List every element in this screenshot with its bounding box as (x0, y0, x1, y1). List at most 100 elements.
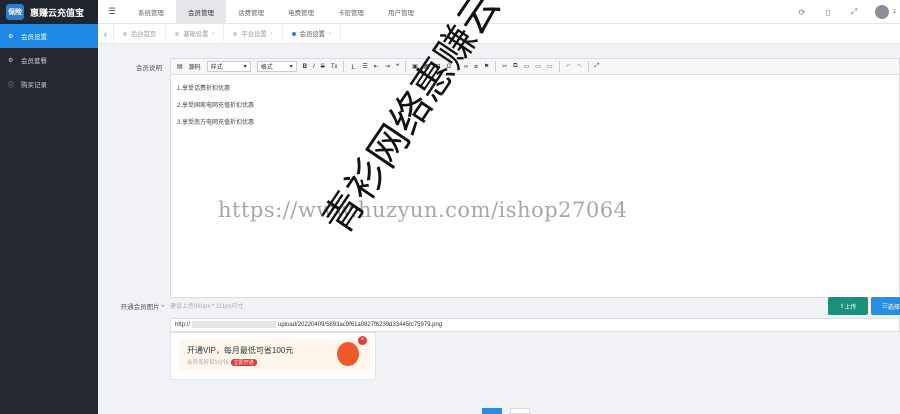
topnav-item-phone-bill[interactable]: 话费管理 (226, 0, 276, 24)
chevron-down-icon: ▾ (243, 64, 247, 70)
description-line: 2.享受国家电网充值折扣优惠 (177, 103, 255, 109)
tab-label: 基础设置 (183, 31, 209, 38)
info-icon: ⓘ (8, 82, 15, 89)
vip-banner-preview: 开通VIP，每月最低可省100元 会员低折扣1分钱 立即开通 × (179, 336, 371, 371)
vip-title: 开通VIP，每月最低可省100元 (187, 346, 294, 355)
vip-sub-text: 会员低折扣1分钱 (187, 360, 229, 366)
top-right-tools: ⟳ ▯ ⤢ z (789, 0, 900, 24)
format-select[interactable]: 格式 ▾ (256, 61, 297, 72)
pager-next[interactable] (510, 408, 530, 414)
required-mark: * (159, 304, 164, 311)
pager-active[interactable] (482, 408, 502, 414)
avatar[interactable] (875, 5, 889, 19)
vip-tag: 立即开通 (230, 359, 257, 366)
format-select-value: 格式 (260, 65, 273, 71)
sidebar-item-label: 会员套餐 (21, 58, 47, 65)
tab-label: 平台设置 (241, 31, 267, 38)
redo-icon[interactable]: ↷ (577, 63, 582, 70)
sidebar-item-member-packages[interactable]: ⚙ 会员套餐 (0, 48, 98, 72)
maximize-icon[interactable]: ⤢ (595, 63, 600, 70)
tab-back-icon[interactable]: ‹ (98, 23, 114, 44)
clear-format-icon[interactable]: Tx (331, 64, 338, 70)
editor-body[interactable]: 1.享受话费折扣优惠 2.享受国家电网充值折扣优惠 3.享受南方电网充值折扣优惠 (171, 75, 899, 142)
topnav-item-member[interactable]: 会员管理 (176, 0, 226, 24)
indent-icon[interactable]: ⇥ (385, 63, 390, 70)
image-label: 开通会员图片 * (98, 301, 164, 311)
close-icon: × (358, 336, 367, 345)
sidebar-item-label: 购买记录 (21, 82, 47, 89)
toolbar-divider (587, 61, 589, 72)
choose-button[interactable]: ☷ 选择 (871, 297, 900, 315)
image-label-text: 开通会员图片 (120, 304, 160, 311)
chevron-down-icon: ▾ (289, 64, 293, 70)
blockquote-icon[interactable]: ❝ (396, 63, 399, 70)
source-button[interactable]: 源码 (189, 62, 201, 71)
top-nav: 系统管理 会员管理 话费管理 电费管理 卡密管理 用户管理 (126, 0, 426, 24)
vip-subtitle: 会员低折扣1分钱 立即开通 (187, 358, 257, 366)
paste-word-icon[interactable]: ▭ (547, 63, 553, 70)
style-select[interactable]: 样式 ▾ (206, 61, 251, 72)
bullet-list-icon[interactable]: ☰ (362, 63, 367, 70)
brand: 保险 惠赚云充值宝 (0, 0, 98, 24)
refresh-icon[interactable]: ⟳ (789, 8, 815, 17)
topnav-item-user[interactable]: 用户管理 (376, 0, 426, 24)
topnav-item-card[interactable]: 卡密管理 (326, 0, 376, 24)
rich-text-editor[interactable]: ▤ 源码 样式 ▾ 格式 ▾ B I S Tx ⒈ ☰ ⇤ ⇥ ❝ ▣ ▦ ⊟ Ω … (170, 58, 900, 298)
anchor-icon[interactable]: ⚑ (484, 63, 489, 70)
watermark-url: https://www.huzyun.com/ishop27064 (218, 198, 628, 222)
choose-label: 选择 (887, 304, 900, 311)
gift-icon (337, 342, 359, 366)
main-content: 会员说明 ▤ 源码 样式 ▾ 格式 ▾ B I S Tx ⒈ ☰ ⇤ ⇥ ❝ ▣ ▦… (98, 44, 900, 414)
gear-icon: ⚙ (8, 57, 14, 64)
upload-button[interactable]: ⇧ 上传 (828, 297, 868, 315)
brand-title: 惠赚云充值宝 (30, 7, 85, 18)
image-field-row: 开通会员图片 * 建议上传960px * 111px尺寸 ⇧ 上传 ☷ 选择 (98, 297, 900, 315)
sidebar-item-member-settings[interactable]: ⚙ 会员设置 (0, 24, 98, 48)
paste-text-icon[interactable]: ▭ (535, 63, 541, 70)
tab-member-settings[interactable]: 会员设置 ‹ (283, 23, 342, 44)
outdent-icon[interactable]: ⇤ (374, 63, 379, 70)
numbered-list-icon[interactable]: ⒈ (350, 62, 356, 71)
close-icon[interactable]: ‹ (271, 30, 273, 37)
editor-toolbar: ▤ 源码 样式 ▾ 格式 ▾ B I S Tx ⒈ ☰ ⇤ ⇥ ❝ ▣ ▦ ⊟ Ω … (171, 59, 899, 75)
close-icon[interactable]: ‹ (329, 30, 331, 37)
paste-icon[interactable]: ▭ (524, 63, 530, 70)
toolbar-divider (495, 61, 497, 72)
topnav-item-system[interactable]: 系统管理 (126, 0, 176, 24)
sidebar: 保险 惠赚云充值宝 ⚙ 会员设置 ⚙ 会员套餐 ⓘ 购买记录 (0, 0, 98, 414)
tab-label: 会员设置 (299, 31, 325, 38)
fullscreen-icon[interactable]: ⤢ (841, 7, 867, 17)
menu-toggle-icon[interactable]: ☰ (98, 6, 126, 17)
tab-dot (291, 31, 296, 36)
upload-label: 上传 (844, 304, 857, 311)
style-select-value: 样式 (210, 65, 223, 71)
source-icon[interactable]: ▤ (177, 63, 183, 70)
image-url-prefix: http:// (175, 322, 191, 328)
cut-icon[interactable]: ✂ (502, 63, 507, 70)
image-url-input[interactable]: http:// upload/20220409/5893ac9f61a0827f6… (170, 318, 900, 332)
topnav-item-electricity[interactable]: 电费管理 (276, 0, 326, 24)
copy-icon[interactable]: ⧉ (513, 63, 517, 70)
redacted-area (192, 320, 277, 328)
user-name[interactable]: z (893, 9, 896, 15)
brand-logo: 保险 (6, 4, 24, 20)
bold-icon[interactable]: B (303, 64, 307, 70)
toolbar-divider (558, 61, 560, 72)
image-hint: 建议上传960px * 111px尺寸 (170, 304, 244, 310)
tab-home[interactable]: 后台首页 (114, 23, 167, 44)
close-icon[interactable]: ‹ (212, 30, 214, 37)
trash-icon[interactable]: ▯ (815, 8, 841, 17)
tab-dot (233, 31, 238, 36)
sidebar-item-purchase-records[interactable]: ⓘ 购买记录 (0, 72, 98, 96)
description-line: 1.享受话费折扣优惠 (177, 86, 231, 92)
italic-icon[interactable]: I (313, 64, 315, 70)
undo-icon[interactable]: ↶ (566, 63, 571, 70)
image-preview: 开通VIP，每月最低可省100元 会员低折扣1分钱 立即开通 × (170, 332, 376, 380)
tab-dot (123, 31, 127, 36)
strikethrough-icon[interactable]: S (321, 64, 325, 70)
tab-label: 后台首页 (131, 31, 157, 38)
tab-platform-settings[interactable]: 平台设置 ‹ (224, 23, 283, 44)
description-label: 会员说明 (136, 65, 162, 72)
toolbar-divider (343, 61, 345, 72)
tab-basic-settings[interactable]: 基础设置 ‹ (166, 23, 225, 44)
